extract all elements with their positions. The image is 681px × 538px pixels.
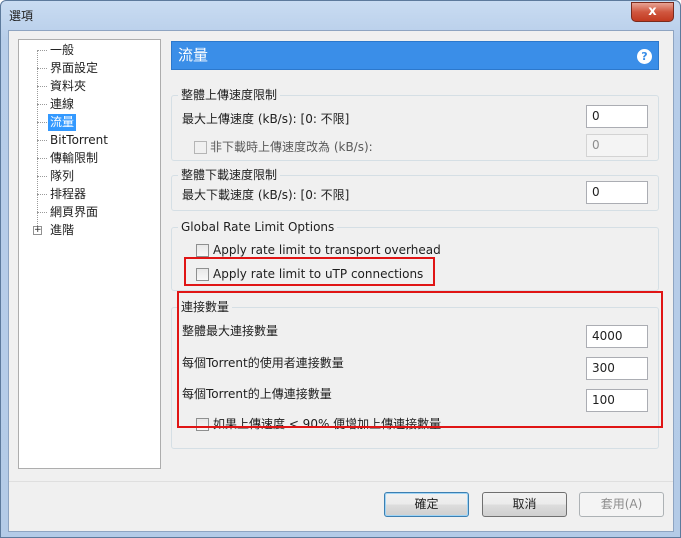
tree-label: 進階: [50, 223, 75, 237]
button-divider: [9, 481, 673, 482]
tree-label: 隊列: [50, 169, 75, 183]
tree-label: 排程器: [50, 187, 87, 201]
max-download-input[interactable]: 0: [586, 181, 648, 204]
alt-upload-checkbox[interactable]: [194, 141, 207, 154]
upload-limit-group: 整體上傳速度限制 最大上傳速度 (kB/s): [0: 不限] 0 非下載時上傳…: [171, 88, 659, 161]
tree-branch: [37, 212, 47, 213]
cancel-button[interactable]: 取消: [482, 492, 567, 517]
download-limit-group: 整體下載速度限制 最大下載速度 (kB/s): [0: 不限] 0: [171, 168, 659, 211]
tree-label: 流量: [48, 114, 77, 131]
utp-highlight-box: [184, 257, 435, 286]
tree-label: 一般: [50, 43, 75, 57]
tree-label: 界面設定: [50, 61, 99, 75]
apply-button[interactable]: 套用(A): [579, 492, 664, 517]
tree-label: 網頁界面: [50, 205, 99, 219]
alt-upload-input[interactable]: 0: [586, 134, 648, 157]
window-title: 選項: [9, 9, 34, 23]
close-button[interactable]: x: [631, 2, 674, 22]
help-icon[interactable]: ?: [637, 49, 652, 64]
page-title: 流量: [178, 46, 209, 64]
max-download-label: 最大下載速度 (kB/s): [0: 不限]: [182, 188, 350, 202]
group-title: 整體下載速度限制: [178, 168, 281, 182]
tree-branch: [37, 140, 47, 141]
tree-branch: [37, 104, 47, 105]
tree-branch: [37, 86, 47, 87]
tree-connector: [37, 50, 38, 226]
page-title-bar: 流量 ?: [171, 41, 659, 70]
tree-branch: [37, 158, 47, 159]
tree-branch: [37, 194, 47, 195]
title-bar[interactable]: 選項 x: [1, 1, 680, 29]
tree-branch: [37, 176, 47, 177]
tree-branch: [37, 50, 47, 51]
max-upload-input[interactable]: 0: [586, 105, 648, 128]
max-upload-label: 最大上傳速度 (kB/s): [0: 不限]: [182, 112, 350, 126]
tree-label: 連線: [50, 97, 75, 111]
options-window: 選項 x 一般 界面設定 資料夾 連線 流量 BitTorrent 傳輸限制 隊…: [0, 0, 681, 538]
transport-overhead-checkbox[interactable]: [196, 244, 209, 257]
expand-icon[interactable]: +: [33, 226, 42, 235]
dialog-client: 一般 界面設定 資料夾 連線 流量 BitTorrent 傳輸限制 隊列 排程器…: [8, 30, 674, 532]
settings-tree: 一般 界面設定 資料夾 連線 流量 BitTorrent 傳輸限制 隊列 排程器…: [18, 39, 161, 469]
tree-branch: [37, 122, 47, 123]
tree-label: BitTorrent: [50, 133, 108, 147]
tree-branch: [37, 68, 47, 69]
tree-label: 傳輸限制: [50, 151, 99, 165]
connections-highlight-box: [177, 291, 663, 428]
settings-panel: 流量 ? 整體上傳速度限制 最大上傳速度 (kB/s): [0: 不限] 0 非…: [171, 39, 663, 469]
close-icon: x: [648, 4, 657, 19]
transport-overhead-label: Apply rate limit to transport overhead: [213, 243, 441, 257]
group-title: Global Rate Limit Options: [178, 220, 338, 234]
tree-label: 資料夾: [50, 79, 87, 93]
ok-button[interactable]: 確定: [384, 492, 469, 517]
group-title: 整體上傳速度限制: [178, 88, 281, 102]
alt-upload-label: 非下載時上傳速度改為 (kB/s):: [210, 140, 373, 154]
